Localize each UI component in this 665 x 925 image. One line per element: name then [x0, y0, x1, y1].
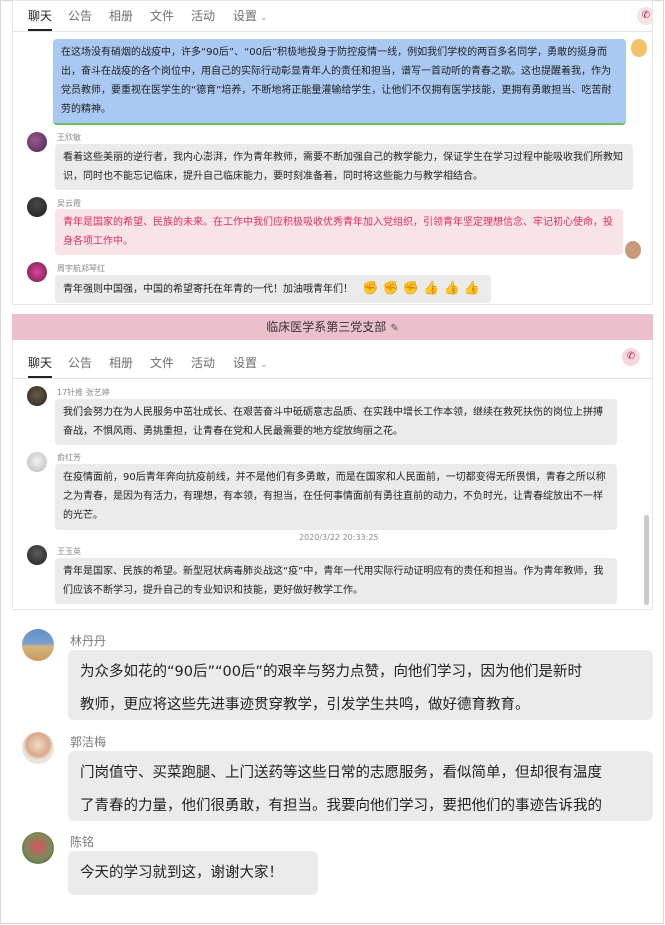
message-bubble: 我们会努力在为人民服务中茁壮成长、在艰苦奋斗中砥砺意志品质、在实践中增长工作本领… [55, 399, 617, 445]
avatar[interactable] [22, 832, 54, 864]
message-line: 为众多如花的“90后”“00后”的艰辛与努力点赞，向他们学习，因为他们是新时 [80, 664, 582, 680]
message-text: 青年强则中国强，中国的希望寄托在年青的一代！加油哦青年们！ [63, 284, 353, 295]
tab-announcement[interactable]: 公告 [68, 348, 92, 378]
tab-files[interactable]: 文件 [150, 348, 174, 378]
flexed-biceps-icon: ✊ [402, 281, 420, 296]
sticker-icon [631, 39, 647, 57]
tab-bar: 聊天 公告 相册 文件 活动 设置 ⌄ [13, 348, 652, 379]
chat-panel-1: 聊天 公告 相册 文件 活动 设置 ⌄ ✆ 在这场没有硝烟的战疫中，许多“90后”… [12, 0, 653, 305]
message-bubble: 青年是国家、民族的希望。新型冠状病毒肺炎战这“疫”中，青年一代用实际行动证明应有… [55, 558, 617, 604]
message-line: 了青春的力量，他们很勇敢，有担当。我要向他们学习，要把他们的事迹告诉我的 [80, 798, 602, 814]
sender-name: 俞红芳 [57, 453, 81, 462]
thumbs-up-icon: 👍 [463, 281, 481, 296]
message-bubble: 看着这些美丽的逆行者，我内心澎湃，作为青年教师，需要不断加强自己的教学能力，保证… [55, 144, 633, 190]
tab-announcement[interactable]: 公告 [68, 1, 92, 31]
avatar[interactable] [22, 732, 54, 764]
sticker-icon [625, 241, 641, 259]
sender-name: 王玉英 [57, 547, 81, 556]
sender-name: 林丹丹 [70, 634, 107, 648]
thumbs-up-icon: 👍 [423, 281, 440, 296]
message-bubble: 在这场没有硝烟的战疫中，许多“90后”、“00后”积极地投身于防控疫情一线，例如… [53, 39, 626, 125]
sender-name: 陈铭 [70, 835, 95, 849]
phone-icon[interactable]: ✆ [622, 348, 640, 366]
chevron-down-icon: ⌄ [260, 360, 268, 370]
sender-name: 吴云霞 [57, 199, 81, 208]
message-bubble: 在疫情面前，90后青年奔向抗疫前线，并不是他们有多勇敢，而是在国家和人民面前，一… [55, 464, 617, 530]
message-line: 教师，更应将这些先进事迹贯穿教学，引发学生共鸣，做好德育教育。 [80, 697, 530, 713]
chevron-down-icon: ⌄ [260, 13, 268, 23]
message-text: 青年是国家、民族的希望。新型冠状病毒肺炎战这“疫”中，青年一代用实际行动证明应有… [63, 566, 604, 596]
chat-panel-zoomed: 林丹丹 为众多如花的“90后”“00后”的艰辛与努力点赞，向他们学习，因为他们是… [12, 620, 653, 920]
avatar[interactable] [27, 452, 47, 472]
avatar[interactable] [27, 545, 47, 565]
message-text: 看着这些美丽的逆行者，我内心澎湃，作为青年教师，需要不断加强自己的教学能力，保证… [63, 152, 623, 182]
tab-settings-label: 设置 [233, 356, 258, 370]
tab-chat[interactable]: 聊天 [28, 1, 53, 31]
message-bubble: 门岗值守、买菜跑腿、上门送药等这些日常的志愿服务，看似简单，但却很有温度 了青春… [68, 751, 653, 821]
tab-album[interactable]: 相册 [109, 1, 133, 31]
sender-name: 王欣敏 [57, 133, 81, 142]
scrollbar[interactable] [644, 515, 649, 605]
message-text: 在疫情面前，90后青年奔向抗疫前线，并不是他们有多勇敢，而是在国家和人民面前，一… [63, 472, 606, 521]
avatar[interactable] [22, 629, 54, 661]
flexed-biceps-icon: ✊ [382, 281, 399, 296]
group-title: 临床医学系第三党支部 [266, 320, 387, 334]
thumbs-up-icon: 👍 [443, 281, 460, 296]
group-title-bar: 临床医学系第三党支部 ✎ [12, 314, 653, 340]
message-bubble: 青年是国家的希望、民族的未来。在工作中我们应积极吸收优秀青年加入党组织，引领青年… [55, 209, 623, 255]
tab-settings-label: 设置 [233, 9, 258, 23]
sender-name: 郭洁梅 [70, 735, 107, 749]
avatar[interactable] [27, 132, 47, 152]
flexed-biceps-icon: ✊ [362, 281, 379, 296]
sender-name: 周宇航郑琴红 [57, 264, 105, 273]
phone-icon[interactable]: ✆ [637, 7, 652, 25]
timestamp: 2020/3/22 20:33:25 [299, 533, 379, 542]
message-bubble: 青年强则中国强，中国的希望寄托在年青的一代！加油哦青年们！ ✊ ✊ ✊ 👍 👍 … [55, 275, 491, 303]
message-line: 门岗值守、买菜跑腿、上门送药等这些日常的志愿服务，看似简单，但却很有温度 [80, 765, 602, 781]
avatar[interactable] [27, 197, 47, 217]
message-text: 在这场没有硝烟的战疫中，许多“90后”、“00后”积极地投身于防控疫情一线，例如… [61, 47, 612, 115]
emoji-icons: ✊ ✊ ✊ 👍 👍 👍 [362, 281, 480, 296]
sender-name: 17针推 张艺婷 [57, 388, 110, 397]
message-line: 今天的学习就到这，谢谢大家！ [80, 865, 283, 881]
tab-activity[interactable]: 活动 [191, 1, 215, 31]
tab-settings[interactable]: 设置 ⌄ [233, 348, 268, 378]
message-text: 青年是国家的希望、民族的未来。在工作中我们应积极吸收优秀青年加入党组织，引领青年… [63, 217, 613, 247]
avatar[interactable] [27, 386, 47, 406]
tab-settings[interactable]: 设置 ⌄ [233, 1, 268, 31]
message-bubble: 今天的学习就到这，谢谢大家！ [68, 851, 318, 895]
tab-bar: 聊天 公告 相册 文件 活动 设置 ⌄ [13, 1, 652, 32]
tab-chat[interactable]: 聊天 [28, 348, 53, 378]
avatar[interactable] [27, 262, 47, 282]
message-text: 我们会努力在为人民服务中茁壮成长、在艰苦奋斗中砥砺意志品质、在实践中增长工作本领… [63, 407, 603, 437]
chat-panel-2: 聊天 公告 相册 文件 活动 设置 ⌄ ✆ 17针推 张艺婷 我们会努力在为人民服… [12, 340, 653, 610]
tab-album[interactable]: 相册 [109, 348, 133, 378]
pencil-icon[interactable]: ✎ [390, 323, 398, 334]
message-bubble: 为众多如花的“90后”“00后”的艰辛与努力点赞，向他们学习，因为他们是新时 教… [68, 650, 653, 720]
tab-activity[interactable]: 活动 [191, 348, 215, 378]
tab-files[interactable]: 文件 [150, 1, 174, 31]
